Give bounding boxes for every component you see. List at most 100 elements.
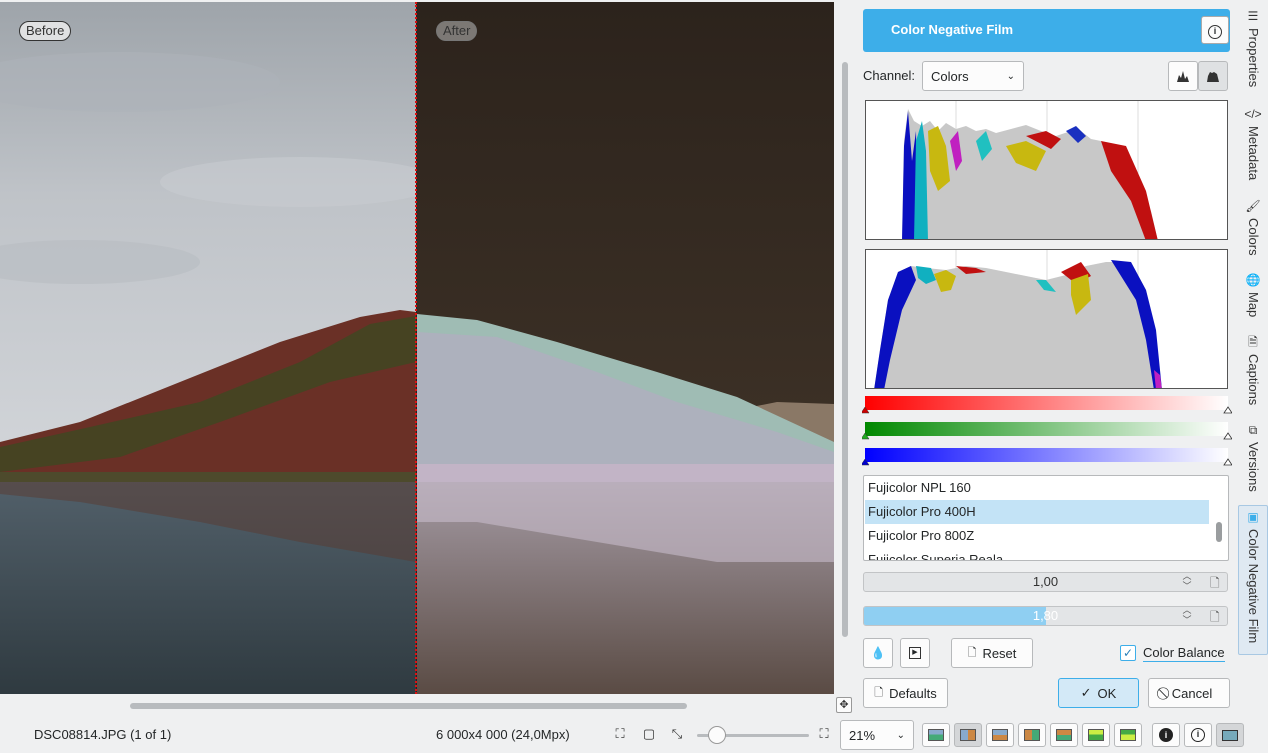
preview-vertical-scrollbar[interactable] [836,2,852,694]
tab-label: Metadata [1246,126,1261,181]
color-balance-label[interactable]: Color Balance [1143,645,1225,662]
spin-arrows-icon[interactable]: ︿ ﹀ [1180,605,1194,627]
split-divider[interactable] [415,2,417,694]
color-balance-checkbox[interactable]: ✓ [1120,645,1136,661]
reset-button[interactable]: 🗋 Reset [951,638,1033,668]
zoom-value: 21% [849,727,876,743]
channel-label: Channel: [863,68,916,83]
histogram-log-icon [1207,72,1219,82]
split-vertical-icon [960,729,976,741]
split-horizontal-button[interactable] [986,723,1014,747]
cancel-label: Cancel [1171,685,1213,701]
tab-label: Captions [1246,354,1261,406]
scroll-thumb[interactable] [130,703,687,709]
preview-horizontal-scrollbar[interactable] [0,696,834,714]
dimensions-label: 6 000x4 000 (24,0Mpx) [436,727,570,742]
spin-arrows-icon[interactable]: ︿ ﹀ [1180,571,1194,593]
list-item-selected[interactable]: Fujicolor Pro 400H [865,500,1209,524]
split-duplicate-icon [1024,729,1040,741]
underexposure-button[interactable]: i [1152,723,1180,747]
color-picker-button[interactable]: 💧 [863,638,893,668]
tab-colors[interactable]: 🖌 Colors [1238,198,1268,256]
tool-title: Color Negative Film [891,22,1014,37]
zoom-fit-icon[interactable]: ⛶ [612,726,628,742]
list-item[interactable]: Fujicolor NPL 160 [865,476,1209,500]
original-view-icon [928,729,944,741]
chevron-down-icon: ⌄ [896,729,905,741]
tab-captions[interactable]: 🗎 Captions [1238,334,1268,405]
list-item[interactable]: Fujicolor Superia Reala [865,548,1209,560]
zoom-fullscreen-icon[interactable]: ⛶ [816,726,832,742]
map-icon: 🌐 [1245,273,1261,287]
histogram-linear-button[interactable] [1168,61,1198,91]
tool-panel: Color Negative Film i Channel: Colors ⌄ [855,0,1235,716]
defaults-button[interactable]: 🗋 Defaults [863,678,948,708]
info-outline-icon: i [1191,728,1205,742]
exposure-slider[interactable]: 1,00 [863,572,1228,592]
tab-versions[interactable]: ⧉ Versions [1238,422,1268,492]
tool-header: Color Negative Film i [863,9,1230,52]
zoom-slider-handle[interactable] [708,726,727,744]
reset-value-icon[interactable]: 🗋 [1210,574,1220,595]
properties-icon: ☰ [1247,9,1259,23]
output-histogram [865,249,1228,389]
info-button[interactable]: i [1201,16,1229,44]
info-icon: i [1208,25,1222,39]
view-mouse-button[interactable] [1114,723,1142,747]
tab-label: Colors [1246,218,1261,256]
scroll-thumb[interactable] [842,62,848,637]
view-target-button[interactable] [1082,723,1110,747]
tab-label: Versions [1246,442,1261,492]
split-duplicate-horizontal-icon [1056,729,1072,741]
split-horizontal-duplicate-button[interactable] [1050,723,1078,747]
zoom-100-icon[interactable]: ▢ [641,726,657,742]
cancel-button[interactable]: ⃠ Cancel [1148,678,1230,708]
chevron-down-icon: ⌄ [1006,70,1015,82]
image-preview[interactable]: Before After [0,2,834,694]
tab-properties[interactable]: ☰ Properties [1238,8,1268,87]
view-original-button[interactable] [922,723,950,747]
tab-map[interactable]: 🌐 Map [1238,272,1268,317]
gamma-slider[interactable]: 1,80 [863,606,1228,626]
captions-icon: 🗎 [1248,335,1258,349]
before-image [0,2,416,694]
color-managed-view-button[interactable] [1216,723,1244,747]
histogram-log-button[interactable] [1198,61,1228,91]
tab-label: Properties [1246,28,1261,88]
preview-toggle-button[interactable]: ▶ [900,638,930,668]
split-vertical-button[interactable] [954,723,982,747]
overexposure-button[interactable]: i [1184,723,1212,747]
zoom-select[interactable]: 21% ⌄ [840,720,914,750]
gamma-value: 1,80 [1032,608,1059,623]
film-profile-list[interactable]: Fujicolor NPL 160 Fujicolor Pro 400H Fuj… [863,475,1229,561]
zoom-select-icon[interactable]: ⤡ [669,726,685,742]
split-vertical-duplicate-button[interactable] [1018,723,1046,747]
before-label: Before [19,21,72,41]
after-image [417,2,834,694]
preview-icon: ▶ [909,647,921,659]
gradient-handles[interactable] [862,405,1232,467]
defaults-label: Defaults [889,685,937,701]
ok-label: OK [1097,685,1117,701]
metadata-icon: </> [1244,107,1262,121]
channel-value: Colors [931,68,969,84]
list-scrollbar[interactable] [1216,522,1222,542]
versions-icon: ⧉ [1248,423,1258,437]
reset-value-icon[interactable]: 🗋 [1210,608,1220,629]
list-item[interactable]: Fujicolor Pro 800Z [865,524,1209,548]
color-negative-film-icon: ▣ [1247,510,1259,524]
info-filled-icon: i [1159,728,1173,742]
check-icon: ✓ [1080,685,1092,700]
channel-select[interactable]: Colors ⌄ [922,61,1024,91]
ok-button[interactable]: ✓ OK [1058,678,1139,708]
input-histogram [865,100,1228,240]
tab-metadata[interactable]: </> Metadata [1238,106,1268,180]
split-horizontal-icon [992,729,1008,741]
monitor-icon [1222,729,1238,741]
filename-label: DSC08814.JPG (1 of 1) [34,727,172,742]
after-label: After [436,21,478,41]
mouse-over-icon [1120,729,1136,741]
tab-color-negative-film[interactable]: ▣ Color Negative Film [1238,505,1268,655]
colors-icon: 🖌 [1245,199,1261,213]
navigate-icon[interactable]: ✥ [836,697,852,713]
